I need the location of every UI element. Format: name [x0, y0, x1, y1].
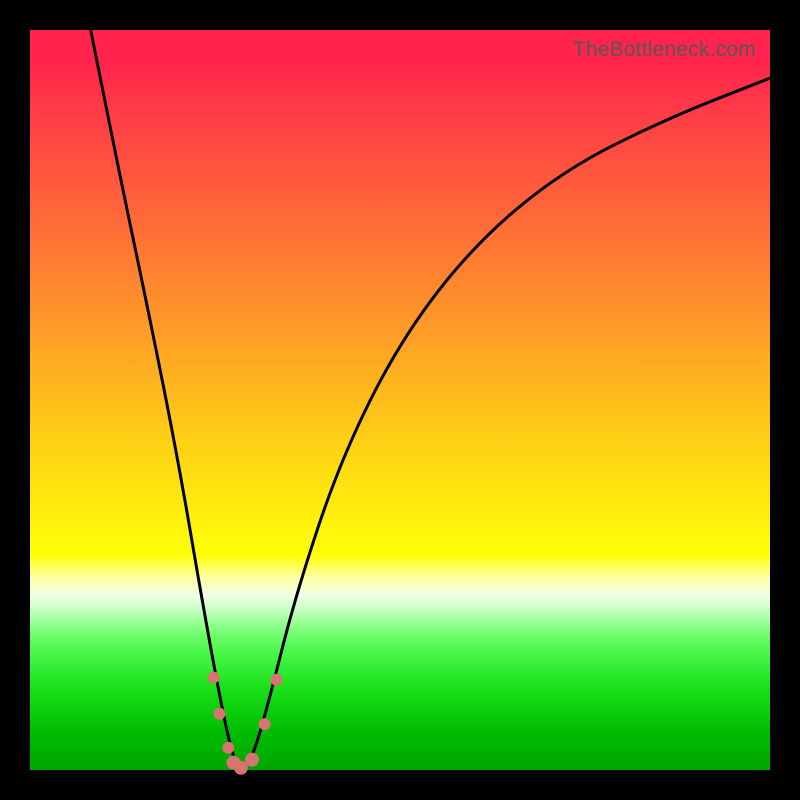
- curve-svg: [30, 30, 770, 770]
- plot-area: TheBottleneck.com: [30, 30, 770, 770]
- curve-dot: [259, 718, 271, 730]
- curve-dot: [245, 753, 259, 767]
- curve-dot: [270, 674, 282, 686]
- curve-dot: [222, 742, 234, 754]
- bottleneck-curve: [91, 30, 770, 767]
- curve-dot: [208, 672, 220, 684]
- chart-container: TheBottleneck.com: [0, 0, 800, 800]
- curve-dot: [213, 708, 225, 720]
